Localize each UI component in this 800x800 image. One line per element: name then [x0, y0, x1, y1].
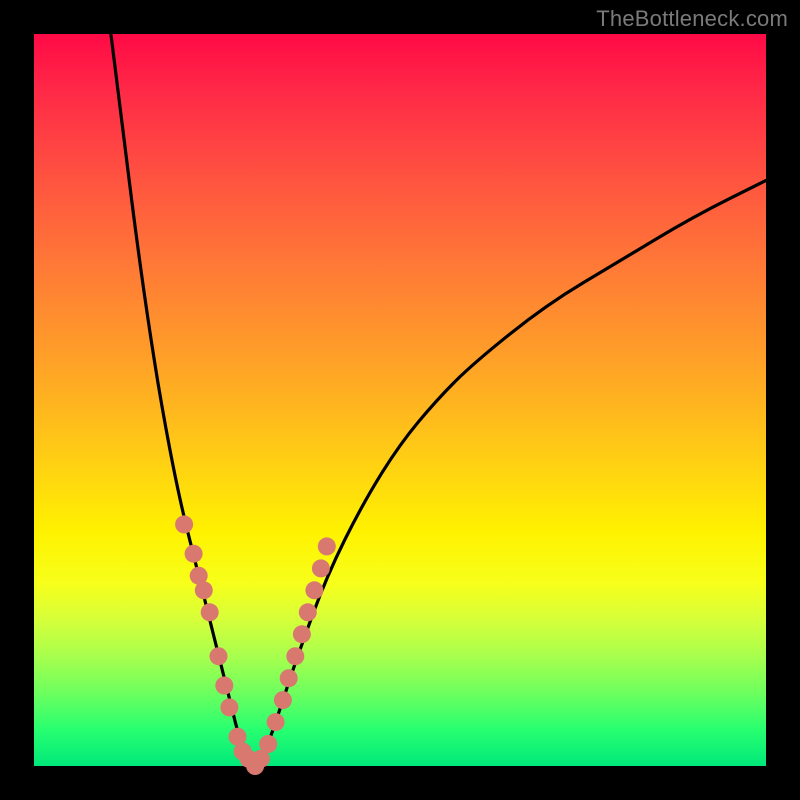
sample-dot	[201, 603, 219, 621]
sample-dot	[274, 691, 292, 709]
sample-dot	[175, 515, 193, 533]
bottleneck-curve	[111, 34, 766, 764]
sample-dot	[259, 735, 277, 753]
sample-dot	[318, 537, 336, 555]
sample-dot	[215, 677, 233, 695]
chart-svg	[34, 34, 766, 766]
sample-dot	[299, 603, 317, 621]
sample-dot	[280, 669, 298, 687]
chart-frame: TheBottleneck.com	[0, 0, 800, 800]
plot-area	[34, 34, 766, 766]
sample-dot	[210, 647, 228, 665]
sample-dots	[175, 515, 336, 775]
watermark-label: TheBottleneck.com	[596, 6, 788, 32]
sample-dot	[267, 713, 285, 731]
sample-dot	[185, 545, 203, 563]
sample-dot	[293, 625, 311, 643]
sample-dot	[305, 581, 323, 599]
sample-dot	[195, 581, 213, 599]
sample-dot	[220, 698, 238, 716]
sample-dot	[312, 559, 330, 577]
sample-dot	[286, 647, 304, 665]
